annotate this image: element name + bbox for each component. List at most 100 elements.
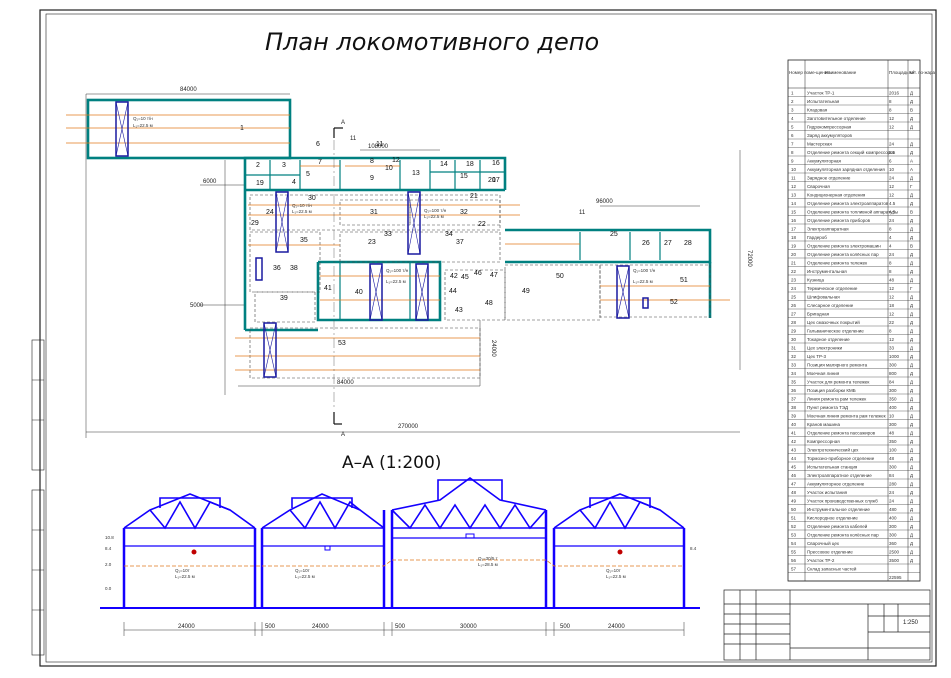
table-cell: 41 [791, 430, 797, 435]
svg-text:Q₁=30/5 т: Q₁=30/5 т [478, 556, 498, 561]
svg-text:23: 23 [368, 239, 376, 246]
table-cell: 2500 [889, 549, 900, 554]
table-cell: Кондиционерная отделения [807, 192, 866, 197]
sheet-frame [31, 9, 937, 667]
table-cell: Сварочный цех [807, 540, 840, 546]
table-cell: Отделение ремонта топливной аппаратуры [807, 208, 898, 214]
svg-text:13: 13 [412, 170, 420, 177]
svg-text:37: 37 [456, 239, 464, 246]
table-cell: 22 [791, 269, 797, 274]
table-cell: Д [910, 532, 913, 537]
table-cell: Сварочная [807, 184, 830, 189]
table-cell: 300 [889, 388, 897, 393]
svg-text:22: 22 [478, 221, 486, 228]
plan-crane-caption-1: Q₁=10 т/н L₁=22.5 м [133, 116, 153, 128]
table-cell: 3 [791, 107, 794, 112]
table-cell: Д [910, 294, 913, 299]
table-cell: Инструментальное отделение [807, 507, 870, 512]
svg-text:43: 43 [455, 307, 463, 314]
table-cell: Компрессорная [807, 439, 840, 444]
svg-text:53: 53 [338, 340, 346, 347]
table-cell: 36 [791, 388, 797, 393]
table-cell: Д [910, 507, 913, 512]
section-mark-bottom-label: А [341, 432, 345, 438]
table-cell: Д [910, 405, 913, 410]
table-cell: Линия ремонта рам тележек [807, 396, 866, 401]
table-cell: Д [910, 150, 913, 155]
table-cell: Д [910, 277, 913, 282]
table-cell: 10 [889, 413, 895, 418]
svg-text:7: 7 [318, 159, 322, 166]
table-cell: 2 [791, 99, 794, 104]
table-cell: 28 [791, 320, 797, 325]
drawing-title: План локомотивного депо [265, 28, 599, 56]
table-cell: 35 [791, 379, 797, 384]
table-cell: 33 [791, 362, 797, 367]
table-cell: 24 [889, 141, 895, 146]
table-cell: 12 [889, 116, 895, 121]
table-cell: Цех смазочных покрытий [807, 319, 860, 325]
svg-text:Q₁=100 т/н: Q₁=100 т/н [633, 268, 656, 273]
table-cell: 12 [889, 311, 895, 316]
table-cell: Склад запасных частей [807, 565, 857, 571]
table-cell: 48 [791, 490, 797, 495]
table-cell: 350 [889, 439, 897, 444]
svg-text:29: 29 [251, 220, 259, 227]
table-cell: Кузница [807, 277, 825, 282]
table-cell: 8 [889, 260, 892, 265]
table-cell: В [910, 107, 913, 112]
table-cell: Д [910, 311, 913, 316]
table-cell: 17 [791, 226, 797, 231]
table-header: Кат. по-жара [909, 70, 936, 75]
section-mark-top-label: А [341, 120, 345, 126]
table-cell: Отделение ремонта колёсных пар [807, 252, 879, 257]
svg-text:30: 30 [308, 195, 316, 202]
svg-text:50: 50 [556, 273, 564, 280]
svg-text:48: 48 [485, 300, 493, 307]
svg-text:3: 3 [282, 162, 286, 169]
svg-text:42: 42 [450, 273, 458, 280]
svg-text:5: 5 [306, 171, 310, 178]
table-cell: Д [910, 218, 913, 223]
table-cell: 8 [889, 99, 892, 104]
table-cell: 24 [889, 218, 895, 223]
table-cell: Моечная линия [807, 371, 840, 376]
svg-text:35: 35 [300, 237, 308, 244]
table-cell: 19 [791, 243, 797, 248]
section-mark-top [333, 127, 343, 138]
svg-text:19: 19 [256, 180, 264, 187]
table-cell: Д [910, 379, 913, 384]
table-cell: 25 [791, 294, 797, 299]
table-cell: 4.5 [889, 209, 896, 214]
table-cell: 56 [791, 558, 797, 563]
dim-overall: 270000 [398, 424, 419, 430]
plan-crane-caption-5: Q₁=100 т/н L₁=22.5 м [633, 268, 656, 284]
table-cell: 50 [791, 507, 797, 512]
sec-dim-5: 30000 [460, 624, 477, 630]
svg-text:L₁=22.5 м: L₁=22.5 м [295, 574, 315, 579]
table-cell: Отделение ремонта тележек [807, 260, 867, 265]
table-cell: 24 [889, 252, 895, 257]
table-cell: Участок ТР-1 [807, 90, 835, 95]
table-cell: Аккумуляторная [807, 158, 842, 163]
svg-text:38: 38 [290, 265, 298, 272]
table-cell: Электротехнический цех [807, 446, 859, 452]
table-cell: 9 [791, 158, 794, 163]
table-cell: 280 [889, 481, 897, 486]
table-cell: Д [910, 345, 913, 350]
svg-text:Q₁=100 т/н: Q₁=100 т/н [386, 268, 409, 273]
section-title: А–А (1:200) [342, 453, 441, 473]
table-cell: 21 [791, 260, 797, 265]
table-cell: Д [910, 464, 913, 469]
table-cell: Участок испытания [807, 490, 848, 495]
gap-label-1: 11 [350, 136, 357, 142]
table-cell: 84 [889, 473, 895, 478]
table-cell: 12 [791, 184, 797, 189]
table-cell: Кладовая [807, 107, 828, 112]
svg-text:15: 15 [460, 173, 468, 180]
table-cell: 22 [889, 320, 895, 325]
svg-text:25: 25 [610, 231, 618, 238]
table-cell: 84 [889, 150, 895, 155]
table-cell: Шлифовальная [807, 294, 840, 299]
dim-left-5000: 5000 [190, 303, 204, 309]
